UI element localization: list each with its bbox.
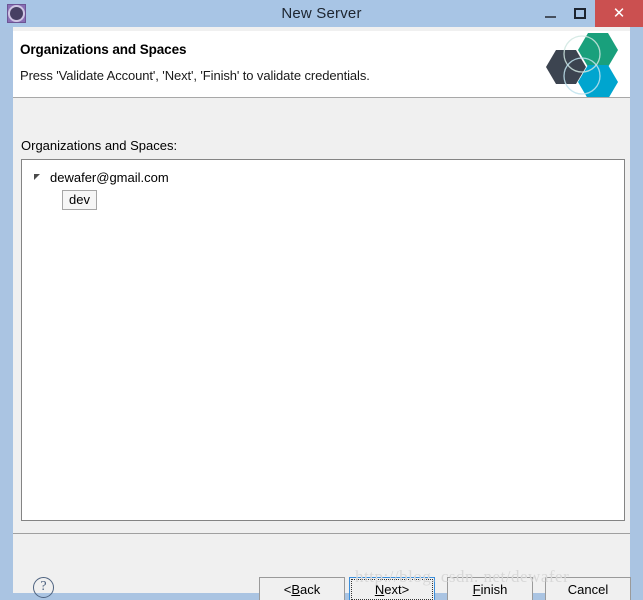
cancel-button[interactable]: Cancel — [545, 577, 631, 600]
tree-item-account-label: dewafer@gmail.com — [50, 170, 169, 185]
close-icon: ✕ — [612, 4, 626, 22]
cloud-foundry-hexagon-logo — [546, 33, 618, 97]
title-bar: New Server ✕ — [0, 0, 643, 27]
minimize-button[interactable] — [535, 0, 565, 27]
tree-label: Organizations and Spaces: — [21, 138, 178, 153]
minimize-icon — [544, 15, 556, 18]
next-button-rest: ext — [384, 582, 402, 597]
button-bar: ? < Back Next > Finish Cancel — [13, 534, 631, 600]
close-button[interactable]: ✕ — [595, 0, 643, 27]
expanded-triangle-icon[interactable] — [34, 173, 50, 180]
maximize-button[interactable] — [565, 0, 595, 27]
back-button-mnemonic: B — [291, 582, 301, 597]
tree-item-account[interactable]: dewafer@gmail.com — [22, 167, 624, 188]
page-description: Press 'Validate Account', 'Next', 'Finis… — [20, 68, 370, 83]
next-button[interactable]: Next > — [349, 577, 435, 600]
maximize-icon — [574, 8, 586, 19]
page-title: Organizations and Spaces — [20, 42, 187, 57]
back-button-rest: ack — [300, 582, 321, 597]
back-button-prefix: < — [283, 582, 292, 597]
tree-item-space[interactable]: dev — [22, 189, 624, 210]
tree-item-space-label: dev — [62, 189, 97, 210]
next-button-suffix: > — [401, 582, 410, 597]
organizations-and-spaces-tree[interactable]: dewafer@gmail.com dev — [21, 159, 625, 521]
help-icon[interactable]: ? — [33, 577, 54, 598]
finish-button[interactable]: Finish — [447, 577, 533, 600]
wizard-banner: Organizations and Spaces Press 'Validate… — [13, 31, 630, 98]
finish-button-rest: inish — [480, 582, 508, 597]
back-button[interactable]: < Back — [259, 577, 345, 600]
new-server-dialog-window: New Server ✕ Organizations and Spaces Pr… — [0, 0, 643, 600]
finish-button-mnemonic: F — [472, 582, 481, 597]
page-body: Organizations and Spaces: dewafer@gmail.… — [13, 99, 630, 533]
dialog-client-area: Organizations and Spaces Press 'Validate… — [13, 27, 631, 600]
next-button-mnemonic: N — [374, 582, 385, 597]
